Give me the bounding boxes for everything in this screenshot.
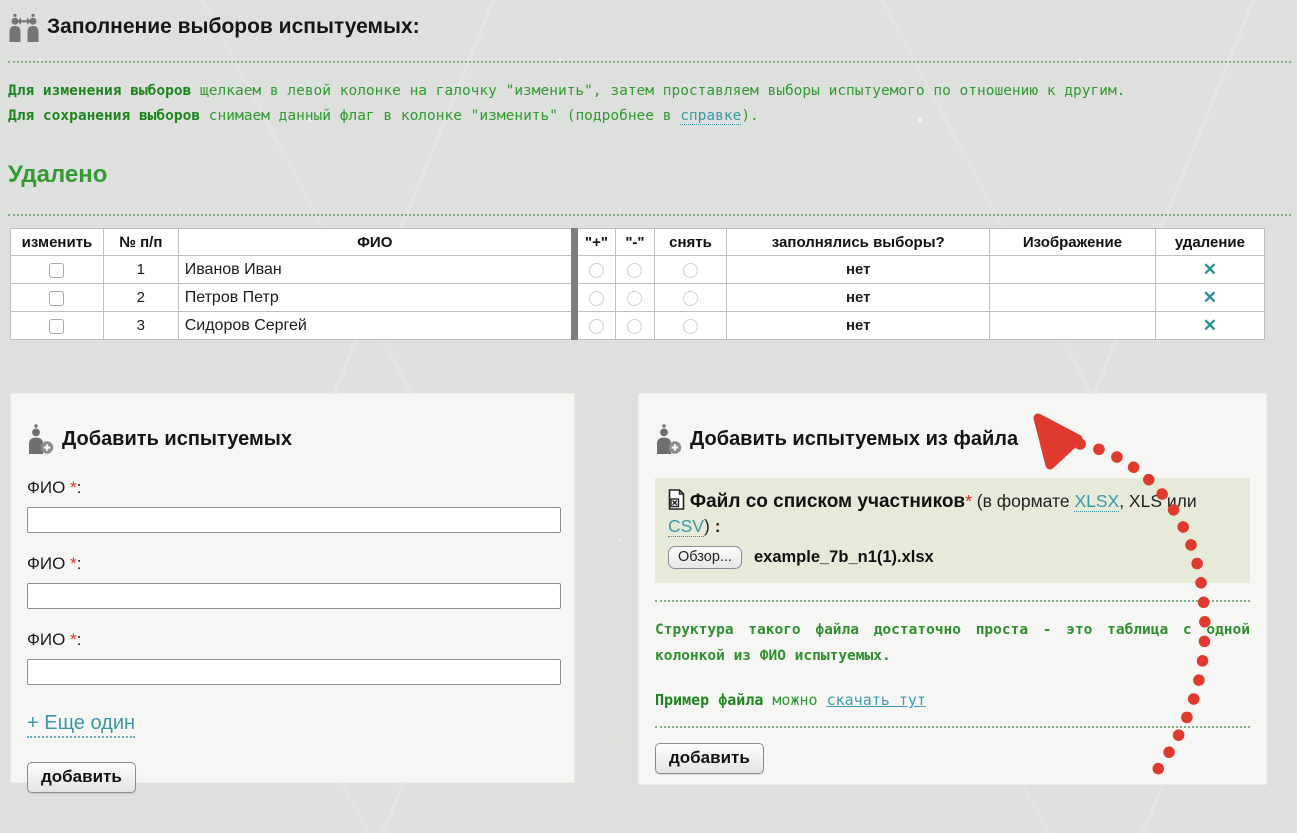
plus-radio[interactable] [589, 263, 604, 278]
add-panel-title: Добавить испытуемых [62, 428, 292, 451]
image-cell [990, 284, 1156, 312]
clear-radio[interactable] [683, 291, 698, 306]
person-add-icon [655, 424, 682, 454]
file-structure-note: Структура такого файла достаточно проста… [655, 617, 1250, 669]
image-cell [990, 312, 1156, 340]
deleted-heading: Удалено [8, 161, 107, 189]
required-mark: * [965, 491, 972, 511]
col-delete: удаление [1155, 229, 1264, 256]
add-subjects-panel: Добавить испытуемых ФИО *: ФИО *: ФИО *:… [10, 393, 575, 783]
fio-label: ФИО *: [27, 478, 558, 498]
file-upload-box: Файл со списком участников* (в формате X… [655, 478, 1250, 583]
delete-button[interactable]: ✕ [1203, 288, 1217, 307]
add-one-more-link[interactable]: + Еще один [27, 712, 135, 738]
col-image: Изображение [990, 229, 1156, 256]
download-example-link[interactable]: скачать тут [827, 691, 926, 709]
col-minus: "-" [616, 229, 654, 256]
subject-name: Сидоров Сергей [178, 312, 574, 340]
fio-label: ФИО *: [27, 554, 558, 574]
filled-status: нет [727, 256, 990, 284]
col-fio: ФИО [178, 229, 574, 256]
instruction-line-2: Для сохранения выборов снимаем данный фл… [8, 104, 1292, 129]
subject-name: Иванов Иван [178, 256, 574, 284]
csv-link[interactable]: CSV [668, 516, 704, 537]
people-exchange-icon [8, 12, 40, 42]
xlsx-link[interactable]: XLSX [1074, 491, 1119, 512]
fio-input-1[interactable] [27, 507, 561, 533]
minus-radio[interactable] [627, 291, 642, 306]
col-clear: снять [654, 229, 727, 256]
row-number: 3 [103, 312, 178, 340]
fio-input-2[interactable] [27, 583, 561, 609]
table-header-row: изменить № п/п ФИО "+" "-" снять заполня… [11, 229, 1265, 256]
edit-checkbox[interactable] [49, 291, 64, 306]
file-label: Файл со списком участников [690, 491, 965, 512]
filled-status: нет [727, 284, 990, 312]
page-header: Заполнение выборов испытуемых: [8, 12, 420, 42]
divider [8, 214, 1291, 216]
minus-radio[interactable] [627, 263, 642, 278]
filled-status: нет [727, 312, 990, 340]
file-panel-title-row: Добавить испытуемых из файла [655, 424, 1250, 454]
edit-checkbox[interactable] [49, 319, 64, 334]
instruction-line-1: Для изменения выборов щелкаем в левой ко… [8, 79, 1292, 104]
fio-input-3[interactable] [27, 659, 561, 685]
image-cell [990, 256, 1156, 284]
add-subjects-button[interactable]: добавить [27, 762, 136, 793]
clear-radio[interactable] [683, 263, 698, 278]
minus-radio[interactable] [627, 319, 642, 334]
instructions: Для изменения выборов щелкаем в левой ко… [8, 79, 1292, 128]
fio-label: ФИО *: [27, 630, 558, 650]
file-input-row: Обзор... example_7b_n1(1).xlsx [668, 545, 1237, 570]
row-number: 2 [103, 284, 178, 312]
col-edit: изменить [11, 229, 104, 256]
divider [655, 726, 1250, 728]
subject-name: Петров Петр [178, 284, 574, 312]
selected-file-name: example_7b_n1(1).xlsx [754, 545, 934, 570]
col-number: № п/п [103, 229, 178, 256]
instruction-text: снимаем данный флаг в колонке "изменить"… [200, 108, 680, 124]
table-row: 1 Иванов Иван нет ✕ [11, 256, 1265, 284]
table-row: 2 Петров Петр нет ✕ [11, 284, 1265, 312]
help-link[interactable]: справке [680, 108, 741, 125]
row-number: 1 [103, 256, 178, 284]
table-row: 3 Сидоров Сергей нет ✕ [11, 312, 1265, 340]
divider [8, 61, 1291, 63]
file-panel-title: Добавить испытуемых из файла [690, 428, 1018, 451]
instruction-bold: Для сохранения выборов [8, 108, 200, 124]
delete-button[interactable]: ✕ [1203, 316, 1217, 335]
instruction-text: ). [741, 108, 758, 124]
browse-button[interactable]: Обзор... [668, 546, 742, 569]
required-mark: * [70, 630, 77, 649]
required-mark: * [70, 554, 77, 573]
excel-file-icon [668, 489, 685, 510]
instruction-text: щелкаем в левой колонке на галочку "изме… [191, 83, 1125, 99]
instruction-bold: Для изменения выборов [8, 83, 191, 99]
edit-checkbox[interactable] [49, 263, 64, 278]
delete-button[interactable]: ✕ [1203, 260, 1217, 279]
plus-radio[interactable] [589, 291, 604, 306]
clear-radio[interactable] [683, 319, 698, 334]
file-label-line: Файл со списком участников* (в формате X… [668, 489, 1237, 539]
example-file-line: Пример файла можно скачать тут [655, 691, 1250, 709]
subjects-table: изменить № п/п ФИО "+" "-" снять заполня… [10, 228, 1265, 340]
person-add-icon [27, 424, 54, 454]
col-filled: заполнялись выборы? [727, 229, 990, 256]
plus-radio[interactable] [589, 319, 604, 334]
divider [655, 600, 1250, 602]
add-from-file-button[interactable]: добавить [655, 743, 764, 774]
page-title: Заполнение выборов испытуемых: [47, 15, 420, 39]
add-from-file-panel: Добавить испытуемых из файла Файл со спи… [638, 393, 1267, 785]
col-plus: "+" [574, 229, 615, 256]
required-mark: * [70, 478, 77, 497]
add-panel-title-row: Добавить испытуемых [27, 424, 558, 454]
